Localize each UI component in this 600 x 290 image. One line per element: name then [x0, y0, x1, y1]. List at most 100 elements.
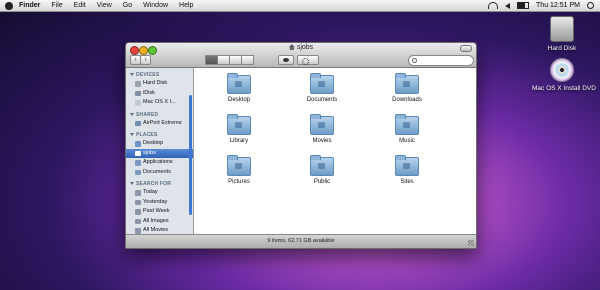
sidebar-item[interactable]: sjobs — [126, 148, 193, 158]
quick-look-button[interactable] — [278, 55, 294, 65]
sidebar-item[interactable]: Past Week — [126, 207, 193, 217]
volume-icon[interactable] — [505, 2, 511, 9]
sidebar-section-label: SEARCH FOR — [136, 181, 172, 187]
sidebar-section-title[interactable]: SEARCH FOR — [130, 181, 193, 187]
folder-item[interactable]: Documents — [292, 73, 352, 103]
folder-item[interactable]: Desktop — [209, 73, 269, 103]
forward-button[interactable]: › — [140, 55, 151, 65]
menu-finder[interactable]: Finder — [19, 2, 40, 9]
disclosure-triangle-icon[interactable] — [130, 182, 134, 185]
folder-label: Downloads — [392, 97, 422, 103]
desktop-icon-hard-disk[interactable]: Hard Disk — [532, 16, 592, 52]
sidebar-section-title[interactable]: PLACES — [130, 132, 193, 138]
sidebar-section-title[interactable]: DEVICES — [130, 72, 193, 78]
menu-go[interactable]: Go — [123, 2, 132, 9]
documents-icon — [135, 169, 141, 175]
folder-label: Desktop — [227, 97, 250, 103]
search-input[interactable] — [408, 55, 474, 66]
applications-icon — [135, 160, 141, 166]
folder-item[interactable]: Downloads — [377, 73, 437, 103]
folder-item[interactable]: Sites — [377, 155, 437, 185]
sidebar-item[interactable]: Mac OS X I... — [126, 98, 193, 108]
folder-documents-icon — [310, 73, 334, 94]
sidebar-section-label: DEVICES — [136, 72, 160, 78]
disclosure-triangle-icon[interactable] — [130, 133, 134, 136]
smart-folder-icon — [135, 228, 141, 234]
sidebar-scrollbar[interactable] — [189, 95, 192, 215]
battery-icon[interactable] — [517, 2, 530, 9]
clock-icon — [135, 199, 141, 205]
sidebar-item[interactable]: Today — [126, 188, 193, 198]
sidebar-item[interactable]: All Images — [126, 217, 193, 227]
wifi-icon[interactable] — [488, 2, 499, 9]
folder-item[interactable]: Pictures — [209, 155, 269, 185]
folder-label: Library — [229, 138, 249, 144]
sidebar-item[interactable]: Documents — [126, 168, 193, 178]
smart-folder-icon — [135, 218, 141, 224]
window-toolbar: sjobs ‹ › — [126, 43, 476, 68]
cover-flow-button[interactable] — [241, 55, 254, 65]
menu-file[interactable]: File — [51, 2, 62, 9]
sidebar-item-label: sjobs — [143, 149, 156, 156]
window-title-text: sjobs — [296, 44, 314, 51]
disclosure-triangle-icon[interactable] — [130, 112, 134, 116]
network-icon — [135, 120, 141, 126]
folder-pictures-icon — [227, 155, 251, 176]
folder-item[interactable]: Library — [209, 114, 269, 144]
clock[interactable]: Thu 12:51 PM — [536, 2, 580, 9]
sidebar-item-label: iDisk — [143, 89, 155, 96]
folder-item[interactable]: Public — [292, 155, 352, 185]
folder-item[interactable]: Music — [377, 114, 437, 144]
resize-handle[interactable] — [468, 240, 474, 246]
sidebar-item-label: Past Week — [143, 208, 170, 214]
folder-desktop-icon — [227, 73, 251, 94]
menu-extras: Thu 12:51 PM — [488, 0, 594, 11]
home-icon — [288, 44, 295, 50]
sidebar-item[interactable]: Hard Disk — [126, 79, 193, 89]
folder-movies-icon — [310, 114, 334, 135]
desktop-icon-label: Hard Disk — [547, 45, 577, 52]
menu-help[interactable]: Help — [179, 2, 193, 9]
sidebar-item-label: Applications — [143, 159, 173, 165]
sidebar-item-label: AirPort Extreme — [143, 119, 182, 126]
folder-downloads-icon — [395, 73, 419, 94]
sidebar-item-label: All Images — [143, 217, 169, 224]
sidebar-item-label: Yesterday — [143, 198, 168, 205]
spotlight-icon[interactable] — [587, 2, 594, 9]
menu-window[interactable]: Window — [143, 2, 168, 9]
disclosure-triangle-icon[interactable] — [130, 73, 134, 76]
sidebar-item[interactable]: Yesterday — [126, 198, 193, 208]
sidebar: DEVICES Hard Disk iDisk Mac OS X I... SHARED… — [126, 68, 194, 234]
clock-icon — [135, 209, 141, 215]
status-bar: 9 items, 62.71 GB available — [126, 234, 476, 248]
home-icon — [135, 150, 141, 156]
menu-edit[interactable]: Edit — [74, 2, 86, 9]
sidebar-item[interactable]: Desktop — [126, 139, 193, 149]
finder-window: sjobs ‹ › DEVICES Hard Disk iDisk Mac OS X … — [125, 42, 477, 249]
sidebar-section-title[interactable]: SHARED — [130, 112, 193, 118]
hard-disk-icon — [550, 16, 574, 42]
sidebar-item[interactable]: All Movies — [126, 226, 193, 234]
folder-public-icon — [310, 155, 334, 176]
sidebar-item-label: Mac OS X I... — [143, 99, 176, 105]
menu-bar: Finder File Edit View Go Window Help Thu… — [0, 0, 600, 12]
hard-disk-icon — [135, 81, 141, 87]
sidebar-item[interactable]: AirPort Extreme — [126, 119, 193, 129]
action-menu-button[interactable] — [297, 55, 319, 65]
window-title: sjobs — [126, 44, 476, 51]
menu-view[interactable]: View — [97, 2, 112, 9]
sidebar-item-label: Today — [143, 189, 158, 195]
folder-item[interactable]: Movies — [292, 114, 352, 144]
sidebar-item[interactable]: iDisk — [126, 89, 193, 99]
toolbar-toggle-button[interactable] — [460, 45, 472, 52]
folder-music-icon — [395, 114, 419, 135]
desktop-icon-install-dvd[interactable]: Mac OS X Install DVD — [532, 58, 596, 92]
sidebar-item[interactable]: Applications — [126, 158, 193, 168]
apple-menu-icon[interactable] — [5, 1, 13, 10]
desktop-icon — [135, 141, 141, 147]
folder-label: Public — [313, 179, 331, 185]
folder-label: Music — [399, 138, 415, 144]
dvd-icon — [550, 58, 574, 82]
eye-icon — [283, 57, 289, 62]
folder-grid: Desktop Documents Downloads Library Movies Mu… — [194, 68, 476, 234]
